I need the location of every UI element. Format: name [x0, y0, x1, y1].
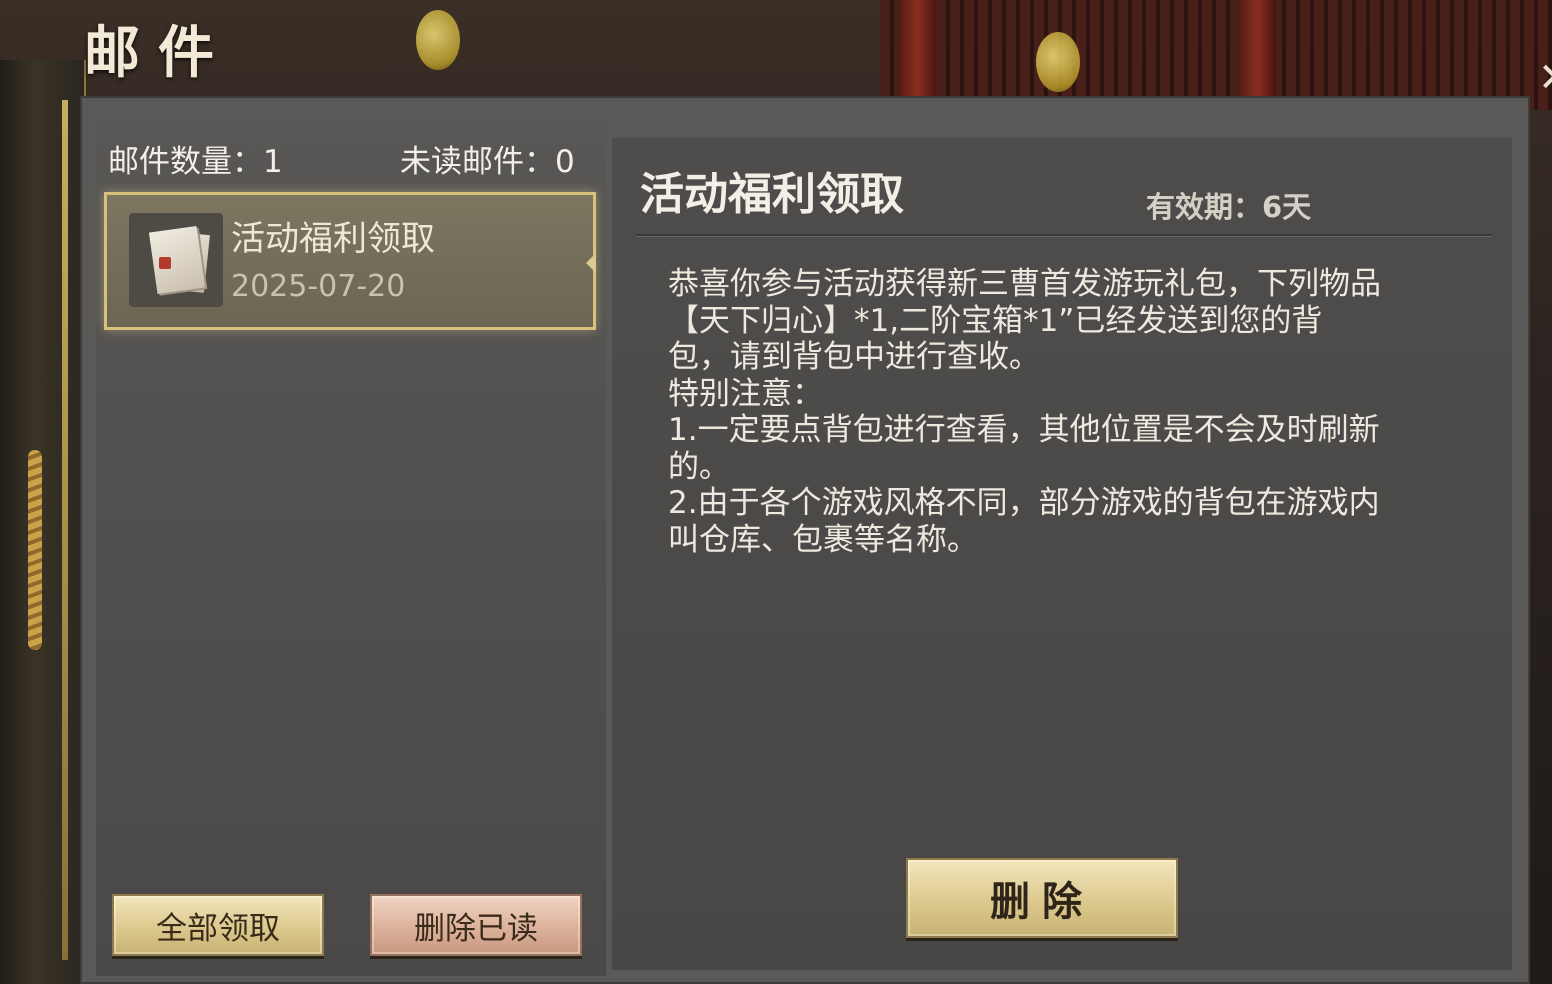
rope-decoration	[28, 450, 42, 650]
mail-letter-icon	[129, 213, 223, 307]
scroll-decoration	[0, 60, 86, 984]
mail-item-title: 活动福利领取	[231, 219, 435, 259]
mail-item-date: 2025-07-20	[231, 269, 406, 304]
claim-all-button[interactable]: 全部领取	[112, 894, 324, 956]
delete-read-button[interactable]: 删除已读	[370, 894, 582, 956]
body-line: 2.由于各个游戏风格不同，部分游戏的背包在游戏内	[668, 485, 1380, 521]
lantern-decoration	[416, 10, 460, 70]
background-pillar	[900, 0, 936, 110]
background-pillar	[1240, 0, 1276, 110]
mail-list-item[interactable]: 活动福利领取 2025-07-20	[104, 192, 596, 330]
detail-divider	[636, 234, 1492, 236]
page-title: 邮件	[84, 20, 232, 86]
detail-body: 恭喜你参与活动获得新三曹首发游玩礼包，下列物品 【天下归心】*1,二阶宝箱*1”…	[668, 266, 1448, 566]
detail-title: 活动福利领取	[640, 169, 904, 220]
delete-button[interactable]: 删除	[906, 858, 1178, 938]
close-icon[interactable]: ✕	[1538, 48, 1552, 108]
body-line: 的。	[668, 448, 730, 485]
body-line: 1.一定要点背包进行查看，其他位置是不会及时刷新	[668, 412, 1380, 448]
body-line: 恭喜你参与活动获得新三曹首发游玩礼包，下列物品	[668, 266, 1381, 302]
validity-label: 有效期：6天	[1146, 190, 1312, 224]
unread-count: 未读邮件：0	[400, 144, 575, 180]
body-line: 叫仓库、包裹等名称。	[668, 521, 978, 558]
body-line: 包，请到背包中进行查收。	[668, 339, 1040, 375]
mail-count: 邮件数量：1	[108, 144, 283, 180]
background-building	[880, 0, 1552, 110]
lantern-decoration	[1036, 32, 1080, 92]
body-line: 【天下归心】*1,二阶宝箱*1”已经发送到您的背	[668, 302, 1323, 339]
body-line: 特别注意：	[668, 375, 823, 412]
